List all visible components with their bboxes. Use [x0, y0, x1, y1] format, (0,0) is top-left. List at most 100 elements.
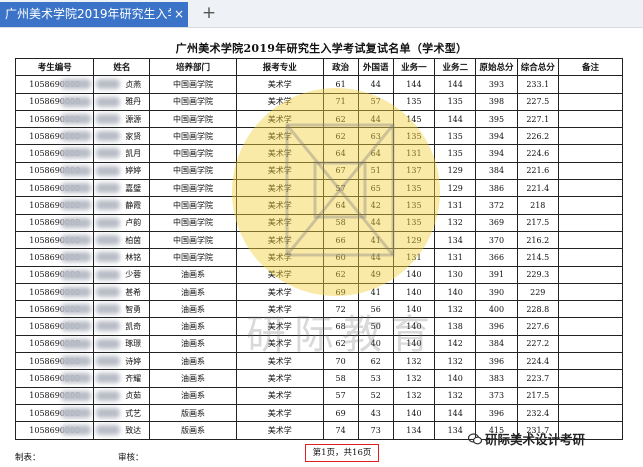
composite-total-cell: 227.2 — [516, 334, 559, 354]
candidate-id-cell: 1058690000 — [14, 230, 95, 250]
politics-score-cell: 62 — [322, 127, 359, 146]
redaction-blur — [61, 148, 92, 159]
active-tab[interactable]: 广州美术学院2019年研究生入学 × — [0, 2, 188, 27]
foreign-language-score-cell: 44 — [357, 75, 394, 94]
redaction-blur — [96, 183, 121, 194]
table-row: 1058690000 凯月 中国画学院 美术学 64 64 131 135 394 224.6 — [14, 144, 624, 163]
table-row: 1058690000 林铭 中国画学院 美术学 60 44 131 131 366 214.5 — [14, 248, 624, 267]
redaction-blur — [96, 425, 121, 436]
candidate-name-text: 嘉璧 — [125, 183, 142, 193]
raw-total-cell: 373 — [475, 386, 518, 405]
raw-total-cell: 386 — [475, 179, 518, 198]
politics-score-cell: 64 — [322, 196, 359, 215]
foreign-language-score-cell: 49 — [357, 265, 394, 284]
table-row: 1058690000 家贤 中国画学院 美术学 62 63 135 135 394 226.2 — [14, 127, 624, 146]
subject2-score-cell: 144 — [434, 109, 477, 129]
table-row: 1058690000 齐耀 油画系 美术学 58 53 132 140 383 223.7 — [14, 369, 624, 388]
foreign-language-score-cell: 44 — [357, 248, 394, 267]
department-cell: 油画系 — [149, 369, 237, 388]
table-row: 1058690000 凯奇 油画系 美术学 68 50 140 138 396 227.6 — [14, 317, 624, 336]
redaction-blur — [96, 113, 121, 124]
major-cell: 美术学 — [235, 282, 324, 302]
redaction-blur — [96, 269, 121, 280]
composite-total-cell: 224.4 — [516, 352, 559, 371]
table-row: 1058690000 贞燕 中国画学院 美术学 61 44 144 144 393 233.1 — [14, 75, 624, 94]
composite-total-cell: 221.6 — [516, 161, 559, 181]
composite-total-cell: 227.5 — [516, 92, 559, 111]
politics-score-cell: 62 — [322, 334, 359, 354]
candidate-id-cell: 1058690000 — [14, 352, 95, 371]
subject2-score-cell: 135 — [434, 144, 477, 163]
candidate-name-text: 贞燕 — [125, 79, 142, 89]
note-cell — [557, 369, 624, 388]
redaction-blur — [61, 113, 92, 124]
candidate-id-cell: 1058690000 — [14, 421, 95, 440]
subject1-score-cell: 131 — [392, 248, 436, 267]
candidate-name-text: 齐耀 — [125, 373, 142, 383]
browser-tab-bar: 广州美术学院2019年研究生入学 × + — [0, 0, 643, 28]
note-cell — [557, 161, 624, 181]
department-cell: 中国画学院 — [149, 75, 237, 94]
raw-total-cell: 390 — [475, 282, 518, 302]
header-cell: 报考专业 — [235, 57, 324, 77]
redaction-blur — [96, 200, 121, 211]
redaction-blur — [61, 131, 92, 142]
subject2-score-cell: 132 — [434, 352, 477, 371]
politics-score-cell: 57 — [322, 386, 359, 405]
wechat-watermark: 研际美术设计考研 — [468, 429, 585, 448]
raw-total-cell: 396 — [475, 352, 518, 371]
note-cell — [557, 144, 624, 163]
subject1-score-cell: 145 — [392, 109, 436, 129]
candidate-id-cell: 1058690000 — [14, 161, 95, 181]
redaction-blur — [61, 269, 92, 280]
raw-total-cell: 394 — [475, 144, 518, 163]
subject1-score-cell: 135 — [392, 213, 436, 232]
raw-total-cell: 384 — [475, 334, 518, 354]
department-cell: 中国画学院 — [149, 109, 237, 129]
candidate-name-cell: 雅丹 — [93, 92, 151, 111]
table-row: 1058690000 婷婷 中国画学院 美术学 67 51 137 129 384 221.6 — [14, 161, 624, 181]
candidate-name-text: 静霞 — [125, 201, 142, 211]
new-tab-button[interactable]: + — [200, 2, 218, 24]
subject2-score-cell: 144 — [434, 403, 477, 423]
table-header-row: 考生编号 姓名 培养部门 报考专业 政治 外国语 业务一 业务二 原始总分 综合… — [14, 57, 624, 77]
table-row: 1058690000 少蓉 油画系 美术学 62 49 140 130 391 229.3 — [14, 265, 624, 284]
note-cell — [557, 248, 624, 267]
redaction-blur — [96, 373, 121, 384]
candidate-name-cell: 林铭 — [93, 248, 151, 267]
foreign-language-score-cell: 41 — [357, 282, 394, 302]
candidate-id-cell: 1058690000 — [14, 179, 95, 198]
foreign-language-score-cell: 64 — [357, 144, 394, 163]
department-cell: 中国画学院 — [149, 248, 237, 267]
candidate-name-cell: 柏茵 — [93, 230, 151, 250]
department-cell: 中国画学院 — [149, 161, 237, 181]
candidate-id-cell: 1058690000 — [14, 282, 95, 302]
foreign-language-score-cell: 42 — [357, 196, 394, 215]
table-row: 1058690000 源源 中国画学院 美术学 62 44 145 144 395 227.1 — [14, 109, 624, 129]
major-cell: 美术学 — [235, 369, 324, 388]
note-cell — [557, 265, 624, 284]
subject1-score-cell: 140 — [392, 282, 436, 302]
foreign-language-score-cell: 41 — [357, 230, 394, 250]
tab-title: 广州美术学院2019年研究生入学 — [5, 7, 171, 21]
redaction-blur — [96, 390, 121, 401]
candidate-name-cell: 少蓉 — [93, 265, 151, 284]
tab-close-icon[interactable]: × — [174, 2, 184, 27]
department-cell: 油画系 — [149, 300, 237, 319]
department-cell: 中国画学院 — [149, 144, 237, 163]
politics-score-cell: 58 — [322, 213, 359, 232]
politics-score-cell: 64 — [322, 144, 359, 163]
raw-total-cell: 369 — [475, 213, 518, 232]
politics-score-cell: 68 — [322, 317, 359, 336]
candidate-name-text: 琢璟 — [125, 339, 142, 349]
subject2-score-cell: 135 — [434, 92, 477, 111]
subject1-score-cell: 140 — [392, 300, 436, 319]
redaction-blur — [96, 148, 121, 159]
redaction-blur — [96, 131, 121, 142]
raw-total-cell: 366 — [475, 248, 518, 267]
header-cell: 业务一 — [392, 57, 436, 77]
raw-total-cell: 391 — [475, 265, 518, 284]
politics-score-cell: 70 — [322, 352, 359, 371]
politics-score-cell: 69 — [322, 282, 359, 302]
candidate-id-cell: 1058690000 — [14, 196, 95, 215]
